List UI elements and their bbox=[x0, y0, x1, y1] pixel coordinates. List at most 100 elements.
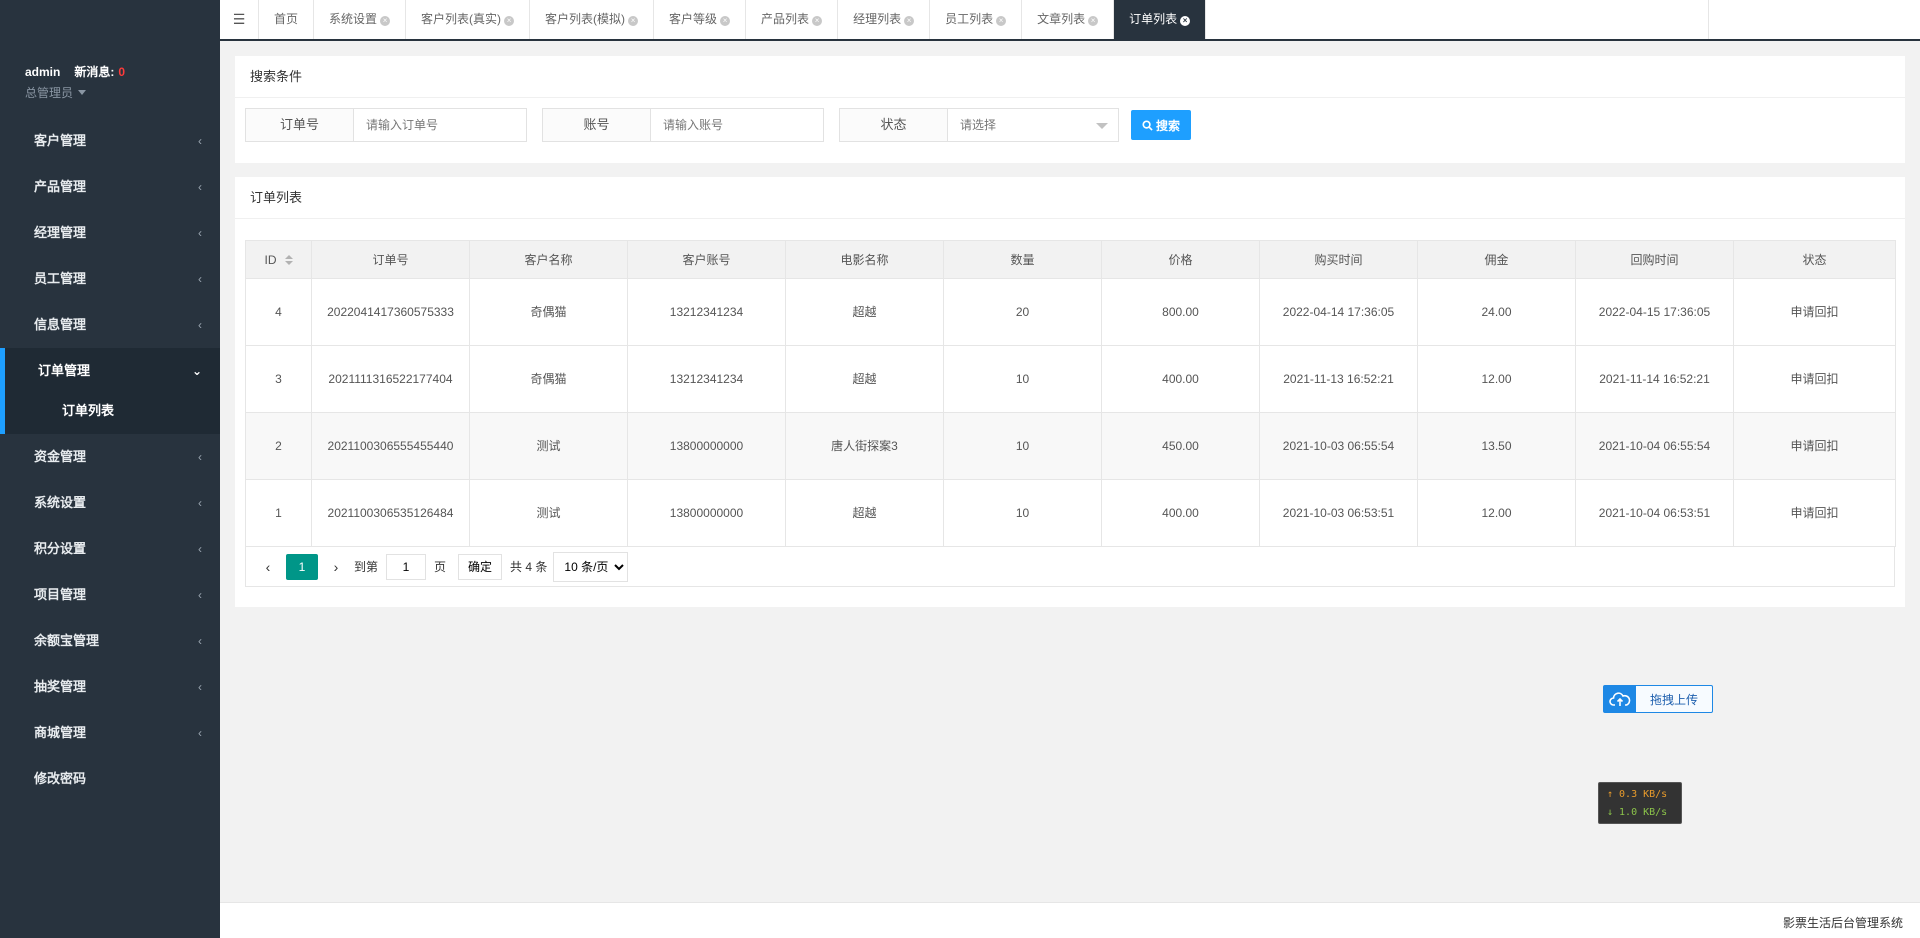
sidebar-item[interactable]: 资金管理 ‹ bbox=[0, 434, 220, 480]
column-header-label: 回购时间 bbox=[1630, 253, 1679, 267]
user-info: admin 新消息: 0 总管理员 bbox=[25, 63, 125, 101]
column-header: 回购时间 bbox=[1575, 240, 1734, 279]
upload-label: 拖拽上传 bbox=[1649, 692, 1698, 707]
chevron-left-icon: ‹ bbox=[198, 180, 202, 194]
order-number-label: 订单号 bbox=[246, 109, 354, 141]
chevron-left-icon: ‹ bbox=[198, 272, 202, 286]
column-header: 佣金 bbox=[1417, 240, 1576, 279]
chevron-left-icon: ‹ bbox=[198, 318, 202, 332]
sidebar-item[interactable]: 项目管理 ‹ bbox=[0, 572, 220, 618]
chevron-left-icon: ‹ bbox=[198, 134, 202, 148]
table-cell: 400.00 bbox=[1101, 345, 1260, 413]
menu-toggle-icon[interactable]: ☰ bbox=[220, 0, 259, 39]
prev-page-icon[interactable]: ‹ bbox=[258, 559, 278, 575]
page-size-select[interactable]: 10 条/页 bbox=[553, 551, 629, 582]
sidebar-item[interactable]: 员工管理 ‹ bbox=[0, 256, 220, 302]
tab-close-icon[interactable]: × bbox=[996, 16, 1007, 26]
submenu: 订单列表 bbox=[0, 394, 220, 434]
tab[interactable]: 员工列表 × bbox=[930, 0, 1023, 39]
chevron-left-icon: ‹ bbox=[198, 226, 202, 240]
tab-close-icon[interactable]: × bbox=[1180, 16, 1191, 26]
chevron-left-icon: ‹ bbox=[198, 450, 202, 464]
table-cell: 1 bbox=[245, 479, 312, 547]
username[interactable]: admin bbox=[25, 65, 60, 79]
sidebar: admin 新消息: 0 总管理员 客户管理 ‹ 产品管理 ‹ 经理管理 ‹ 员工管理 ‹ 信息管理… bbox=[0, 0, 220, 938]
sidebar-item[interactable]: 修改密码 bbox=[0, 756, 220, 802]
sidebar-item[interactable]: 积分设置 ‹ bbox=[0, 526, 220, 572]
tab-close-icon[interactable]: × bbox=[628, 16, 639, 26]
tab-close-icon[interactable]: × bbox=[504, 16, 515, 26]
chevron-left-icon: ‹ bbox=[198, 634, 202, 648]
tab-close-icon[interactable]: × bbox=[1088, 16, 1099, 26]
sidebar-item[interactable]: 经理管理 ‹ bbox=[0, 210, 220, 256]
tab-close-icon[interactable]: × bbox=[720, 16, 731, 26]
page-number-current[interactable]: 1 bbox=[286, 553, 318, 580]
drag-upload-button[interactable]: 拖拽上传 bbox=[1603, 685, 1713, 713]
goto-label: 到第 bbox=[354, 560, 379, 574]
status-select[interactable]: 请选择 bbox=[948, 109, 1118, 141]
order-table-wrap: ID 订单号 客户名称 客户账号 电影名称 数量 价格 购买时间 佣金 回购时间 状态 4 20220… bbox=[245, 240, 1896, 587]
sidebar-item-label: 抽奖管理 bbox=[34, 679, 87, 694]
next-page-icon[interactable]: › bbox=[326, 559, 346, 575]
tab-close-icon[interactable]: × bbox=[380, 16, 391, 26]
table-row[interactable]: 4 2022041417360575333 奇偶猫 13212341234 超越 20 80… bbox=[245, 278, 1896, 346]
user-role-dropdown[interactable]: 总管理员 bbox=[25, 84, 125, 101]
search-panel-title: 搜索条件 bbox=[235, 56, 1905, 98]
table-row[interactable]: 3 2021111316522177404 奇偶猫 13212341234 超越 10 40… bbox=[245, 345, 1896, 413]
tab[interactable]: 客户列表(真实) × bbox=[406, 0, 531, 39]
sidebar-item[interactable]: 产品管理 ‹ bbox=[0, 164, 220, 210]
tab[interactable]: 首页 bbox=[259, 0, 315, 39]
column-header[interactable]: ID bbox=[245, 240, 312, 279]
sidebar-item-label: 客户管理 bbox=[34, 133, 87, 148]
table-cell: 12.00 bbox=[1417, 345, 1576, 413]
table-cell: 2021100306555455440 bbox=[311, 412, 470, 480]
table-cell: 12.00 bbox=[1417, 479, 1576, 547]
order-number-input[interactable] bbox=[354, 109, 526, 141]
table-cell: 申请回扣 bbox=[1733, 278, 1896, 346]
column-header-label: 价格 bbox=[1168, 253, 1193, 267]
sidebar-item[interactable]: 余额宝管理 ‹ bbox=[0, 618, 220, 664]
tab[interactable]: 文章列表 × bbox=[1022, 0, 1115, 39]
message-count-badge[interactable]: 0 bbox=[118, 65, 125, 79]
table-cell: 2021-11-13 16:52:21 bbox=[1259, 345, 1418, 413]
sidebar-item[interactable]: 商城管理 ‹ bbox=[0, 710, 220, 756]
tab[interactable]: 系统设置 × bbox=[314, 0, 407, 39]
tab-close-icon[interactable]: × bbox=[812, 16, 823, 26]
sidebar-menu: 客户管理 ‹ 产品管理 ‹ 经理管理 ‹ 员工管理 ‹ 信息管理 ‹ 订单管理 ⌄ 订单列表 资金管理 ‹ 系… bbox=[0, 118, 220, 802]
table-cell: 申请回扣 bbox=[1733, 345, 1896, 413]
table-row[interactable]: 1 2021100306535126484 测试 13800000000 超越 10 400… bbox=[245, 479, 1896, 547]
column-header: 价格 bbox=[1101, 240, 1260, 279]
new-message-label[interactable]: 新消息: bbox=[74, 65, 114, 79]
submenu-item[interactable]: 订单列表 bbox=[0, 394, 220, 434]
network-speed-widget: ↑ 0.3 KB/s ↓ 1.0 KB/s bbox=[1598, 782, 1682, 824]
order-table: ID 订单号 客户名称 客户账号 电影名称 数量 价格 购买时间 佣金 回购时间 状态 4 20220… bbox=[245, 240, 1896, 547]
tab[interactable]: 客户列表(模拟) × bbox=[530, 0, 655, 39]
sidebar-item[interactable]: 信息管理 ‹ bbox=[0, 302, 220, 348]
tabs: 首页 系统设置 × 客户列表(真实) × 客户列表(模拟) × 客户等级 × 产品列表 × 经理列表 ×… bbox=[259, 0, 1207, 39]
column-header-label: 购买时间 bbox=[1314, 253, 1363, 267]
tab-label: 员工列表 bbox=[945, 12, 994, 26]
sidebar-item[interactable]: 订单管理 ⌄ bbox=[0, 348, 220, 394]
tab[interactable]: 订单列表 × bbox=[1114, 0, 1207, 39]
column-header: 客户名称 bbox=[469, 240, 628, 279]
sidebar-item[interactable]: 客户管理 ‹ bbox=[0, 118, 220, 164]
goto-page-input[interactable] bbox=[386, 553, 427, 580]
table-cell: 10 bbox=[943, 412, 1102, 480]
chevron-down-icon: ⌄ bbox=[191, 364, 202, 378]
tab[interactable]: 客户等级 × bbox=[654, 0, 747, 39]
column-header-label: 数量 bbox=[1010, 253, 1035, 267]
sort-icon[interactable] bbox=[284, 254, 293, 266]
sidebar-item[interactable]: 抽奖管理 ‹ bbox=[0, 664, 220, 710]
sidebar-item[interactable]: 系统设置 ‹ bbox=[0, 480, 220, 526]
table-cell: 2021-10-03 06:53:51 bbox=[1259, 479, 1418, 547]
goto-confirm-button[interactable]: 确定 bbox=[458, 553, 503, 580]
cloud-upload-icon bbox=[1604, 686, 1636, 712]
tab[interactable]: 经理列表 × bbox=[838, 0, 931, 39]
sidebar-item-label: 商城管理 bbox=[34, 725, 87, 740]
tab-close-icon[interactable]: × bbox=[904, 16, 915, 26]
search-button[interactable]: 搜索 bbox=[1131, 110, 1191, 140]
table-row[interactable]: 2 2021100306555455440 测试 13800000000 唐人街探案3 1… bbox=[245, 412, 1896, 480]
tab[interactable]: 产品列表 × bbox=[746, 0, 839, 39]
tab-label: 首页 bbox=[274, 12, 299, 26]
account-input[interactable] bbox=[651, 109, 823, 141]
